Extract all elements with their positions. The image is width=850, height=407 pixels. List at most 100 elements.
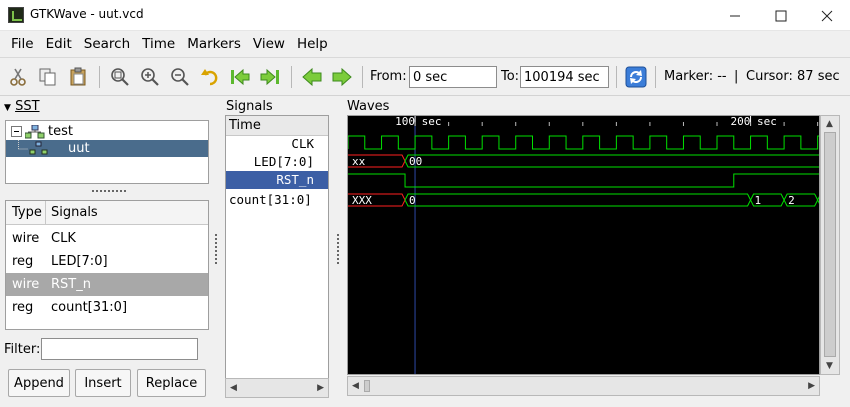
menu-bar: File Edit Search Time Markers View Help: [0, 31, 850, 58]
filter-label: Filter:: [4, 342, 41, 357]
reload-button[interactable]: [624, 65, 648, 89]
goto-start-icon: [231, 68, 250, 86]
signal-row-rst-n[interactable]: wire RST_n: [6, 273, 208, 296]
signal-row-led[interactable]: reg LED[7:0]: [6, 250, 208, 273]
maximize-icon: [775, 10, 787, 21]
scrollbar-thumb[interactable]: [364, 380, 370, 392]
clk-waveform: [348, 135, 819, 150]
signals-horizontal-scrollbar[interactable]: ◀ ▶: [225, 378, 329, 398]
close-button[interactable]: [804, 0, 850, 31]
prev-edge-button[interactable]: [300, 65, 324, 89]
time-header: Time: [226, 116, 328, 136]
zoom-in-button[interactable]: [138, 65, 162, 89]
menu-file[interactable]: File: [5, 36, 40, 52]
menu-view[interactable]: View: [247, 36, 291, 52]
toolbar: From: To: Marker: -- | Cursor: 87 sec: [0, 58, 850, 96]
zoom-out-button[interactable]: [168, 65, 192, 89]
scrollbar-thumb[interactable]: [824, 132, 836, 357]
signal-name-count[interactable]: count[31:0]: [226, 191, 328, 209]
zoom-out-icon: [171, 68, 189, 86]
menu-help[interactable]: Help: [291, 36, 334, 52]
waves-vertical-scrollbar[interactable]: ▲ ▼: [820, 115, 840, 375]
toolbar-separator: [99, 66, 100, 88]
from-time-input[interactable]: [409, 66, 497, 88]
pane-resize-handle[interactable]: [337, 234, 341, 264]
prev-edge-icon: [302, 67, 322, 87]
signals-pane: Time CLK LED[7:0] RST_n count[31:0]: [225, 115, 329, 398]
tree-item-uut[interactable]: uut: [6, 140, 208, 157]
scroll-up-icon[interactable]: ▲: [826, 119, 833, 129]
column-type[interactable]: Type: [12, 205, 42, 220]
scroll-right-icon[interactable]: ▶: [317, 383, 324, 393]
time-label-1: 200 sec: [731, 116, 777, 128]
led-value-label: xx: [352, 155, 366, 168]
maximize-button[interactable]: [758, 0, 804, 31]
count-value-label: 0: [409, 194, 416, 207]
column-divider: [45, 201, 46, 225]
to-label: To:: [501, 69, 520, 84]
goto-end-button[interactable]: [258, 65, 282, 89]
zoom-fit-button[interactable]: [108, 65, 132, 89]
sst-header[interactable]: ▼ SST: [4, 99, 40, 114]
undo-icon: [201, 69, 218, 86]
next-edge-button[interactable]: [330, 65, 354, 89]
scroll-left-icon[interactable]: ◀: [230, 383, 237, 393]
scroll-left-icon[interactable]: ◀: [352, 381, 359, 391]
waveform-canvas[interactable]: 100 sec200 secxx00XXX0123: [348, 116, 820, 375]
signal-name: RST_n: [51, 277, 91, 292]
count-value-label: 1: [755, 194, 762, 207]
to-time-input[interactable]: [520, 66, 609, 88]
gtkwave-app-icon: [8, 7, 24, 23]
tree-label-test: test: [48, 124, 73, 139]
tree-item-test[interactable]: test: [6, 123, 208, 140]
pane-resize-handle[interactable]: [92, 190, 126, 194]
signal-type: reg: [12, 300, 34, 315]
signal-name-rst-n[interactable]: RST_n: [226, 171, 328, 189]
led-value-segment: [404, 154, 819, 168]
menu-search[interactable]: Search: [78, 36, 136, 52]
signal-row-clk[interactable]: wire CLK: [6, 227, 208, 250]
minimize-button[interactable]: [712, 0, 758, 31]
copy-icon: [39, 68, 56, 86]
signal-row-count[interactable]: reg count[31:0]: [6, 296, 208, 319]
from-label: From:: [370, 69, 407, 84]
tree-label-uut: uut: [68, 141, 90, 156]
cut-button[interactable]: [6, 65, 30, 89]
copy-button[interactable]: [36, 65, 60, 89]
led-value-label: 00: [409, 155, 422, 168]
append-button[interactable]: Append: [8, 369, 70, 397]
hierarchy-tree: test uut: [5, 120, 209, 184]
tree-expander-icon[interactable]: [11, 126, 22, 137]
signal-name-clk[interactable]: CLK: [226, 135, 328, 153]
reload-icon: [625, 66, 647, 88]
cursor-readout: Cursor: 87 sec: [746, 69, 840, 84]
signal-name-led[interactable]: LED[7:0]: [226, 153, 328, 171]
signal-type: wire: [12, 277, 40, 292]
replace-button[interactable]: Replace: [137, 369, 206, 397]
collapse-triangle-icon: ▼: [4, 103, 11, 113]
module-icon: [25, 125, 45, 139]
menu-time[interactable]: Time: [136, 36, 181, 52]
insert-button[interactable]: Insert: [75, 369, 131, 397]
paste-button[interactable]: [66, 65, 90, 89]
signals-list: Type Signals wire CLK reg LED[7:0] wire …: [5, 200, 209, 330]
scroll-right-icon[interactable]: ▶: [808, 381, 815, 391]
signal-type: reg: [12, 254, 34, 269]
signal-name: CLK: [51, 231, 76, 246]
signal-type: wire: [12, 231, 40, 246]
toolbar-separator: [616, 66, 617, 88]
count-value-label: XXX: [352, 194, 372, 207]
toolbar-separator: [655, 66, 656, 88]
toolbar-separator: [362, 66, 363, 88]
filter-input[interactable]: [41, 338, 198, 360]
column-signals[interactable]: Signals: [51, 205, 98, 220]
scroll-down-icon[interactable]: ▼: [826, 361, 833, 371]
pane-resize-handle[interactable]: [215, 234, 219, 264]
title-bar: GTKWave - uut.vcd: [0, 0, 850, 31]
menu-markers[interactable]: Markers: [181, 36, 247, 52]
waves-horizontal-scrollbar[interactable]: ◀ ▶: [347, 376, 820, 396]
goto-start-button[interactable]: [228, 65, 252, 89]
menu-edit[interactable]: Edit: [40, 36, 78, 52]
waves-pane[interactable]: 100 sec200 secxx00XXX0123: [347, 115, 820, 375]
undo-zoom-button[interactable]: [198, 65, 222, 89]
